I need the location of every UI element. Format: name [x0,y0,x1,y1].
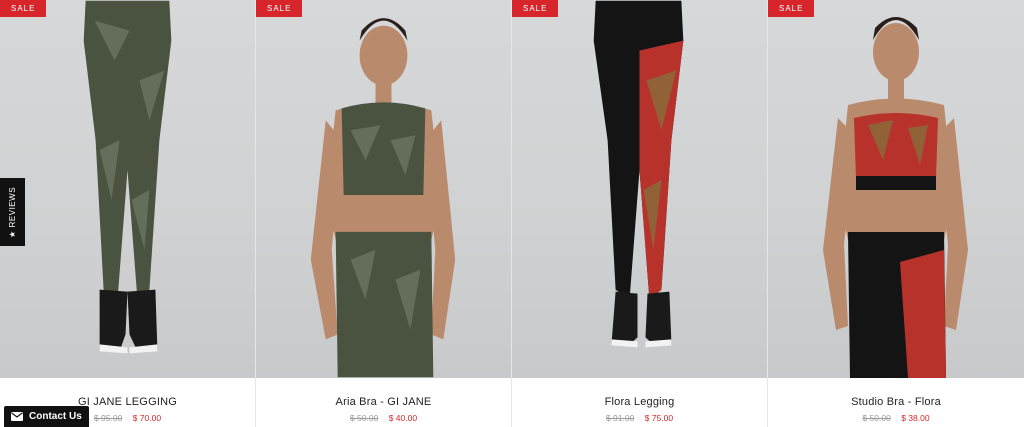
contact-us-button[interactable]: Contact Us [4,406,89,427]
product-image[interactable]: SALE [512,0,767,378]
product-card[interactable]: SALE Aria Bra - GI JANE $ 50.00 $ 40.00 [256,0,512,427]
sale-price: $ 75.00 [644,413,674,423]
bra-photo [310,18,456,378]
sale-price: $ 38.00 [901,413,930,423]
sale-badge: SALE [768,0,815,17]
product-image[interactable]: SALE [0,0,255,378]
original-price: $ 50.00 [862,413,891,423]
product-card[interactable]: SALE Studio Bra - Flora $ 50.00 $ 38.00 [768,0,1024,427]
product-prices: $ 50.00 $ 38.00 [768,413,1024,423]
product-grid: SALE GI JANE LEGGING $ 95.00 $ 70.00 SAL… [0,0,1024,427]
reviews-tab-label: REVIEWS [8,186,18,227]
product-title[interactable]: Aria Bra - GI JANE [256,396,511,408]
product-image[interactable]: SALE [768,0,1024,378]
sale-badge: SALE [0,0,47,17]
envelope-icon [11,412,23,421]
product-image[interactable]: SALE [256,0,511,378]
original-price: $ 91.00 [605,413,635,423]
product-card[interactable]: SALE Flora Legging $ 91.00 $ 75.00 [512,0,768,427]
legging-photo [83,0,172,354]
reviews-tab[interactable]: ★ REVIEWS [0,178,25,246]
sale-badge: SALE [512,0,559,17]
reviews-tab-content: ★ REVIEWS [8,186,17,237]
product-prices: $ 91.00 $ 75.00 [512,413,767,423]
bra-photo [823,17,968,378]
product-title[interactable]: Studio Bra - Flora [768,396,1024,408]
sale-price: $ 40.00 [388,413,418,423]
star-icon: ★ [8,229,18,238]
contact-us-label: Contact Us [29,411,82,422]
sale-price: $ 70.00 [132,413,162,423]
product-info: Flora Legging $ 91.00 $ 75.00 [512,378,767,427]
sale-badge: SALE [256,0,303,17]
legging-photo [593,0,684,348]
product-prices: $ 50.00 $ 40.00 [256,413,511,423]
product-title[interactable]: Flora Legging [512,396,767,408]
original-price: $ 50.00 [349,413,379,423]
original-price: $ 95.00 [93,413,123,423]
product-info: Studio Bra - Flora $ 50.00 $ 38.00 [768,378,1024,427]
product-info: Aria Bra - GI JANE $ 50.00 $ 40.00 [256,378,511,427]
product-card[interactable]: SALE GI JANE LEGGING $ 95.00 $ 70.00 [0,0,256,427]
